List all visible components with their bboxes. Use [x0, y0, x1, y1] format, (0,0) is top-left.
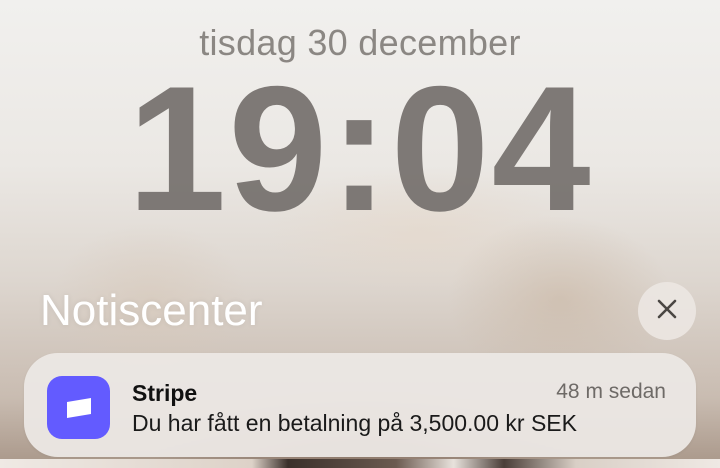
next-notification-peek [0, 459, 720, 468]
notification-body: Du har fått en betalning på 3,500.00 kr … [132, 410, 577, 436]
notification-center-title: Notiscenter [40, 286, 263, 335]
lockscreen-clock: 19:04 [127, 49, 593, 248]
stripe-app-icon [47, 376, 110, 439]
stripe-notification[interactable]: Stripe 48 m sedan Du har fått en betalni… [24, 353, 696, 457]
close-icon [656, 298, 678, 325]
clear-notifications-button[interactable] [638, 282, 696, 340]
notification-time: 48 m sedan [556, 380, 666, 403]
notification-app-name: Stripe [132, 380, 198, 406]
